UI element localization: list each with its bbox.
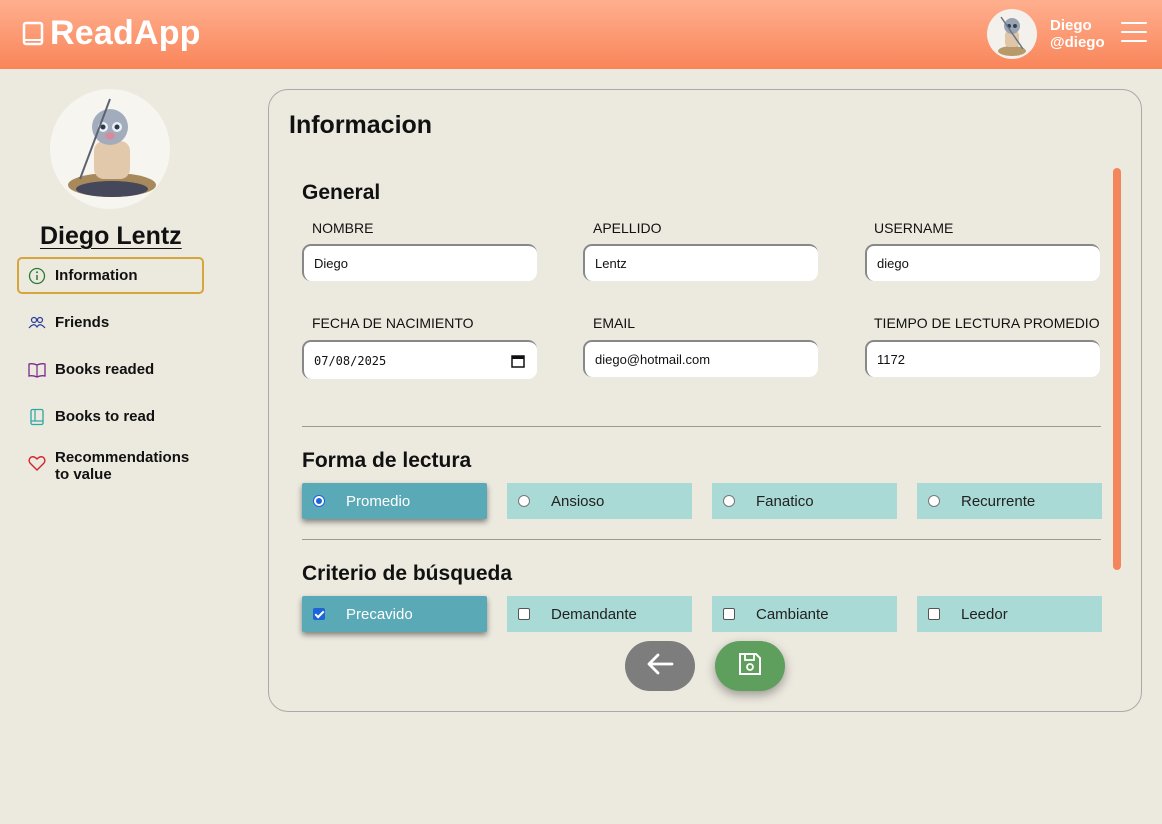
checkbox[interactable] bbox=[313, 608, 325, 620]
radio-button[interactable] bbox=[723, 495, 735, 507]
forma-option-recurrente[interactable]: Recurrente bbox=[917, 483, 1102, 519]
email-label: EMAIL bbox=[593, 315, 636, 331]
email-field[interactable]: diego@hotmail.com bbox=[583, 340, 818, 377]
section-title-general: General bbox=[302, 181, 381, 204]
profile-avatar bbox=[50, 89, 170, 209]
user-chip[interactable]: Diego @diego bbox=[987, 9, 1105, 59]
option-label: Recurrente bbox=[961, 492, 1036, 510]
birthdate-field[interactable]: 07/08/2025 bbox=[302, 340, 537, 379]
sidebar-item-recommendations[interactable]: Recommendations to value bbox=[17, 445, 204, 489]
forma-option-fanatico[interactable]: Fanatico bbox=[712, 483, 897, 519]
tiempo-label: TIEMPO DE LECTURA PROMEDIO bbox=[874, 315, 1100, 331]
apellido-field[interactable]: Lentz bbox=[583, 244, 818, 281]
checkbox[interactable] bbox=[928, 608, 940, 620]
criterio-option-leedor[interactable]: Leedor bbox=[917, 596, 1102, 632]
nombre-field[interactable]: Diego bbox=[302, 244, 537, 281]
heart-icon bbox=[28, 454, 46, 472]
sidebar-item-books-to-read[interactable]: Books to read bbox=[17, 398, 204, 435]
friends-icon bbox=[28, 314, 46, 332]
sidebar-item-friends[interactable]: Friends bbox=[17, 304, 204, 341]
section-title-criterio: Criterio de búsqueda bbox=[302, 562, 513, 585]
forma-option-promedio[interactable]: Promedio bbox=[302, 483, 487, 519]
profile-name: Diego Lentz bbox=[40, 222, 182, 250]
radio-button[interactable] bbox=[313, 495, 325, 507]
checkbox[interactable] bbox=[518, 608, 530, 620]
information-card: Informacion General NOMBRE Diego APELLID… bbox=[268, 89, 1142, 712]
book-icon bbox=[28, 408, 46, 426]
tiempo-field[interactable]: 1172 bbox=[865, 340, 1100, 377]
book-logo-icon bbox=[22, 20, 46, 48]
avatar bbox=[987, 9, 1037, 59]
divider bbox=[302, 426, 1101, 427]
option-label: Precavido bbox=[346, 605, 413, 623]
username-field[interactable]: diego bbox=[865, 244, 1100, 281]
criterio-option-demandante[interactable]: Demandante bbox=[507, 596, 692, 632]
apellido-label: APELLIDO bbox=[593, 220, 662, 236]
divider bbox=[302, 539, 1101, 540]
hamburger-menu-icon[interactable] bbox=[1121, 22, 1147, 44]
radio-button[interactable] bbox=[518, 495, 530, 507]
sidebar-item-label: to value bbox=[55, 466, 112, 483]
sidebar-item-label: Information bbox=[55, 267, 138, 284]
criterio-option-precavido[interactable]: Precavido bbox=[302, 596, 487, 632]
sidebar-nav: Information Friends Books readed Books t… bbox=[17, 257, 204, 499]
option-label: Demandante bbox=[551, 605, 637, 623]
scrollbar[interactable] bbox=[1113, 168, 1121, 570]
section-title-forma: Forma de lectura bbox=[302, 449, 472, 472]
page-title: Informacion bbox=[289, 111, 433, 139]
fecha-label: FECHA DE NACIMIENTO bbox=[312, 315, 474, 331]
birthdate-value: 07/08/2025 bbox=[314, 353, 387, 368]
header-user-handle: @diego bbox=[1050, 34, 1105, 51]
save-button[interactable] bbox=[715, 641, 785, 691]
criterio-option-cambiante[interactable]: Cambiante bbox=[712, 596, 897, 632]
sidebar-item-information[interactable]: Information bbox=[17, 257, 204, 294]
sidebar-item-label: Recommendations bbox=[55, 449, 190, 466]
arrow-left-icon bbox=[646, 653, 674, 680]
forma-option-ansioso[interactable]: Ansioso bbox=[507, 483, 692, 519]
calendar-icon[interactable] bbox=[511, 354, 525, 368]
nombre-label: NOMBRE bbox=[312, 220, 374, 236]
info-icon bbox=[28, 267, 46, 285]
option-label: Promedio bbox=[346, 492, 411, 510]
app-header: ReadApp Diego @diego bbox=[0, 0, 1162, 69]
sidebar-item-label: Friends bbox=[55, 314, 110, 331]
checkbox[interactable] bbox=[723, 608, 735, 620]
option-label: Cambiante bbox=[756, 605, 829, 623]
back-button[interactable] bbox=[625, 641, 695, 691]
option-label: Leedor bbox=[961, 605, 1008, 623]
brand[interactable]: ReadApp bbox=[22, 14, 201, 53]
radio-button[interactable] bbox=[928, 495, 940, 507]
sidebar-item-label: Books to read bbox=[55, 408, 156, 425]
option-label: Ansioso bbox=[551, 492, 605, 510]
option-label: Fanatico bbox=[756, 492, 814, 510]
sidebar-item-books-readed[interactable]: Books readed bbox=[17, 351, 204, 388]
brand-name: ReadApp bbox=[50, 14, 201, 52]
open-book-icon bbox=[28, 361, 46, 379]
username-label: USERNAME bbox=[874, 220, 954, 236]
floppy-disk-icon bbox=[737, 651, 763, 682]
header-user-name: Diego bbox=[1050, 17, 1092, 34]
sidebar-item-label: Books readed bbox=[55, 361, 155, 378]
